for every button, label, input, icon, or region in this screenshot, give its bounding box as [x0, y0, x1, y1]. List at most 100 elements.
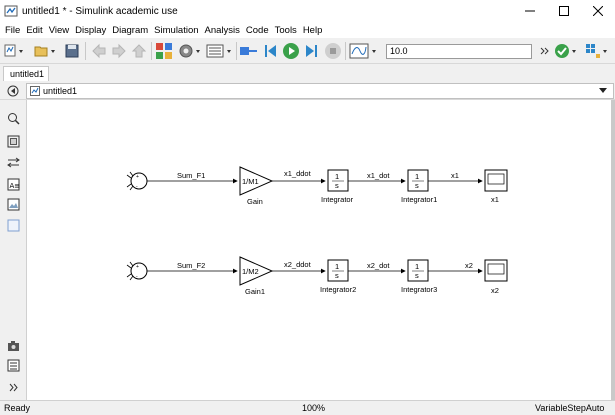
grid-view-icon[interactable] [584, 42, 610, 60]
signal-label-x1-ddot: x1_ddot [284, 169, 312, 178]
maximize-button[interactable] [547, 0, 581, 22]
integrator-num-1: 1 [335, 172, 339, 181]
integrator-block-4[interactable]: 1 s [407, 259, 429, 282]
log-signals-icon[interactable] [239, 42, 259, 60]
step-forward-icon[interactable] [302, 42, 320, 60]
tab-strip: untitled1 [0, 64, 615, 81]
integrator-den-3: s [335, 271, 339, 280]
up-arrow-icon[interactable] [130, 42, 148, 60]
simulation-data-inspector-icon[interactable] [349, 42, 381, 60]
integrator-num-4: 1 [415, 262, 419, 271]
tab-untitled1[interactable]: untitled1 [3, 66, 49, 81]
scope-block-1[interactable] [484, 169, 508, 192]
gain-value-2: 1/M2 [242, 267, 259, 276]
model-advisor-check-icon[interactable] [553, 42, 579, 60]
model-path-box[interactable]: untitled1 [26, 83, 614, 99]
maximize-icon [559, 6, 569, 16]
model-explorer-icon[interactable] [206, 42, 234, 60]
minimize-button[interactable] [513, 0, 547, 22]
integrator-den-1: s [335, 181, 339, 190]
gain-block-2[interactable]: 1/M2 [239, 256, 274, 286]
close-icon [593, 6, 603, 16]
menu-analysis[interactable]: Analysis [202, 25, 243, 36]
toolbar-overflow-icon[interactable] [540, 42, 550, 60]
integrator-block-3[interactable]: 1 s [327, 259, 349, 282]
status-bar: Ready 100% VariableStepAuto [0, 400, 615, 415]
integrator-block-1[interactable]: 1 s [327, 169, 349, 192]
menu-tools[interactable]: Tools [272, 25, 300, 36]
signal-label-x1-dot: x1_dot [367, 171, 390, 180]
title-bar: untitled1 * - Simulink academic use [0, 0, 615, 22]
screenshot-camera-icon[interactable] [7, 339, 20, 352]
address-bar: untitled1 [0, 81, 615, 100]
integrator-den-4: s [415, 271, 419, 280]
back-arrow-icon[interactable] [90, 42, 108, 60]
annotation-icon[interactable]: A≡ [7, 178, 20, 191]
toolbar: 10.0 [0, 38, 615, 64]
model-settings-gear-icon[interactable] [177, 42, 203, 60]
stop-icon[interactable] [324, 42, 342, 60]
integrator-name-4: Integrator3 [401, 285, 437, 294]
integrator-name-2: Integrator1 [401, 195, 437, 204]
step-back-icon[interactable] [262, 42, 280, 60]
signal-label-x2-dot: x2_dot [367, 261, 390, 270]
menu-help[interactable]: Help [300, 25, 326, 36]
window-title: untitled1 * - Simulink academic use [22, 5, 178, 17]
run-play-icon[interactable] [282, 42, 300, 60]
image-icon[interactable] [7, 198, 20, 211]
integrator-num-2: 1 [415, 172, 419, 181]
integrator-num-3: 1 [335, 262, 339, 271]
library-browser-icon[interactable] [155, 42, 175, 60]
menu-bar: File Edit View Display Diagram Simulatio… [0, 22, 615, 38]
simulink-logo-icon [4, 5, 18, 17]
block-diagram: .lbl { font-family: "Liberation Sans", s… [126, 166, 508, 296]
save-icon[interactable] [64, 42, 80, 60]
menu-display[interactable]: Display [72, 25, 109, 36]
signal-label-x2-ddot: x2_ddot [284, 260, 312, 269]
close-button[interactable] [581, 0, 615, 22]
menu-simulation[interactable]: Simulation [151, 25, 201, 36]
integrator-den-2: s [415, 181, 419, 190]
property-inspector-icon[interactable] [7, 359, 20, 372]
signal-label-sum-f1: Sum_F1 [177, 171, 205, 180]
chevron-down-icon[interactable] [599, 88, 607, 93]
expand-palette-icon[interactable] [7, 381, 20, 394]
model-icon [30, 86, 40, 96]
model-path: untitled1 [43, 86, 78, 96]
solver-status[interactable]: VariableStepAuto [535, 403, 604, 413]
hide-browser-icon[interactable] [7, 85, 19, 97]
integrator-name-3: Integrator2 [320, 285, 356, 294]
gain-block-1[interactable]: 1/M1 [239, 166, 274, 196]
scope-block-2[interactable] [484, 259, 508, 282]
zoom-level: 100% [302, 403, 326, 413]
sum-block-2[interactable]: + - [126, 261, 148, 281]
minimize-icon [525, 10, 535, 12]
integrator-name-1: Integrator [321, 195, 354, 204]
signal-label-sum-f2: Sum_F2 [177, 261, 205, 270]
new-model-icon[interactable] [4, 42, 26, 60]
stop-time-input[interactable]: 10.0 [386, 44, 532, 59]
menu-diagram[interactable]: Diagram [109, 25, 151, 36]
arrows-icon[interactable] [7, 156, 20, 169]
diagram-canvas[interactable]: .lbl { font-family: "Liberation Sans", s… [27, 100, 615, 400]
gain-name-2: Gain1 [245, 287, 265, 296]
status-ready: Ready [4, 403, 31, 413]
open-folder-icon[interactable] [34, 42, 58, 60]
area-icon[interactable] [7, 219, 20, 232]
integrator-block-2[interactable]: 1 s [407, 169, 429, 192]
menu-edit[interactable]: Edit [23, 25, 45, 36]
signal-label-x2: x2 [465, 261, 473, 270]
svg-text:A≡: A≡ [10, 182, 21, 190]
signal-label-x1: x1 [451, 171, 459, 180]
zoom-icon[interactable] [7, 112, 20, 125]
sum-block-1[interactable]: + - [126, 171, 148, 191]
menu-file[interactable]: File [2, 25, 23, 36]
forward-arrow-icon[interactable] [110, 42, 128, 60]
fit-to-view-icon[interactable] [7, 135, 20, 148]
gain-value-1: 1/M1 [242, 177, 259, 186]
menu-code[interactable]: Code [243, 25, 272, 36]
left-palette: A≡ [0, 100, 27, 400]
svg-text:+: + [136, 264, 139, 270]
gain-name-1: Gain [247, 197, 263, 206]
menu-view[interactable]: View [46, 25, 72, 36]
